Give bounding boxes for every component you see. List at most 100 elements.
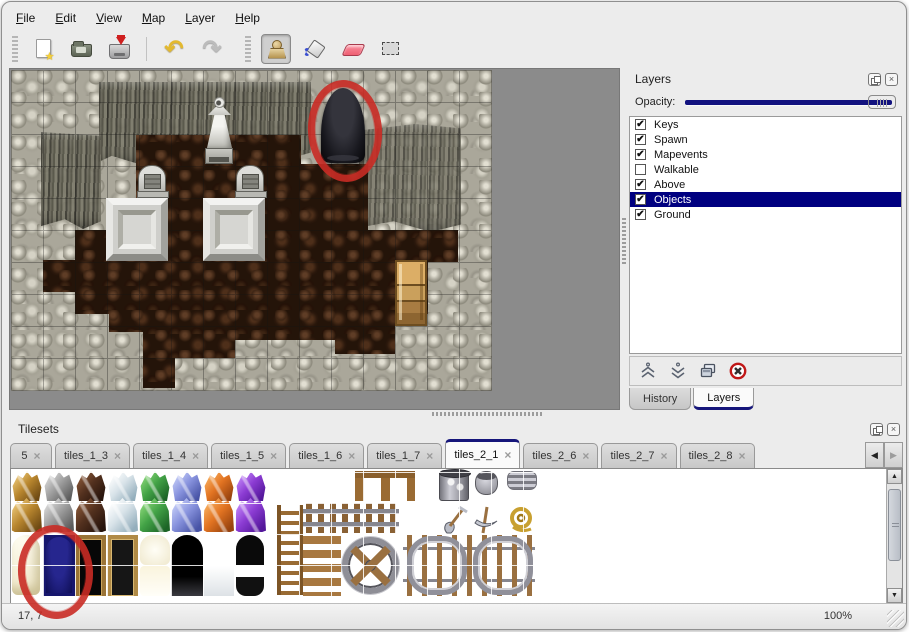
tile-crystal-orange[interactable] xyxy=(203,498,234,532)
tile-pale-stalagmite[interactable] xyxy=(12,535,40,595)
tile-dark-blue-door-selected[interactable] xyxy=(43,535,75,596)
layer-row-mapevents[interactable]: ✔Mapevents xyxy=(630,147,901,162)
tileset-tab-tiles_1_6[interactable]: tiles_1_6× xyxy=(289,443,364,468)
layer-row-walkable[interactable]: Walkable xyxy=(630,162,901,177)
tileset-tab-tiles_2_7[interactable]: tiles_2_7× xyxy=(601,443,676,468)
menu-edit[interactable]: Edit xyxy=(45,8,86,28)
tab-close-icon[interactable]: × xyxy=(582,450,589,462)
tileset-tab-tiles_1_7[interactable]: tiles_1_7× xyxy=(367,443,442,468)
tileset-tab-tiles_2_6[interactable]: tiles_2_6× xyxy=(523,443,598,468)
open-file-button[interactable] xyxy=(66,34,96,64)
tileset-tab-tiles_2_1-active[interactable]: tiles_2_1× xyxy=(445,439,520,468)
tab-close-icon[interactable]: × xyxy=(270,450,277,462)
move-layer-down-button[interactable] xyxy=(666,359,690,383)
delete-layer-button[interactable] xyxy=(726,359,750,383)
tab-close-icon[interactable]: × xyxy=(504,449,511,461)
close-panel-icon[interactable]: × xyxy=(887,423,900,436)
tile-crystal-brown[interactable] xyxy=(75,498,106,532)
checkbox-checked-icon[interactable]: ✔ xyxy=(635,149,646,160)
tile-rail-loop[interactable] xyxy=(407,536,467,595)
tab-close-icon[interactable]: × xyxy=(348,450,355,462)
tile-crystal-blue[interactable] xyxy=(172,471,202,501)
tab-close-icon[interactable]: × xyxy=(192,450,199,462)
scroll-tabs-right-button[interactable]: ▶ xyxy=(884,442,903,468)
scrollbar-thumb[interactable] xyxy=(888,489,901,561)
tile-crystal-green[interactable] xyxy=(140,471,170,501)
redo-button[interactable]: ↷ xyxy=(197,34,227,64)
tile-wood-beams[interactable] xyxy=(355,471,415,501)
undo-button[interactable]: ↶ xyxy=(159,34,189,64)
tileset-canvas[interactable] xyxy=(11,469,886,603)
eraser-tool-button[interactable] xyxy=(337,34,367,64)
scrollbar-down-button[interactable]: ▼ xyxy=(887,588,902,603)
move-layer-up-button[interactable] xyxy=(636,359,660,383)
menu-file[interactable]: File xyxy=(6,8,45,28)
stamp-tool-button[interactable] xyxy=(261,34,291,64)
checkbox-unchecked-icon[interactable] xyxy=(635,164,646,175)
float-panel-icon[interactable] xyxy=(870,423,883,436)
tile-crystal-orange[interactable] xyxy=(204,471,234,501)
layer-row-ground[interactable]: ✔Ground xyxy=(630,207,901,222)
tile-crystal-ice[interactable] xyxy=(108,471,138,501)
tile-crystal-gray[interactable] xyxy=(44,471,74,501)
tile-crystal-blue[interactable] xyxy=(171,498,202,532)
tileset-tab-tiles_1_3[interactable]: tiles_1_3× xyxy=(55,443,130,468)
layer-row-keys[interactable]: ✔Keys xyxy=(630,117,901,132)
map-canvas[interactable] xyxy=(11,70,492,391)
tab-history[interactable]: History xyxy=(629,388,691,410)
tile-white-drift[interactable] xyxy=(203,566,234,596)
tile-door-frame-dark[interactable] xyxy=(75,535,106,596)
rect-select-tool-button[interactable] xyxy=(375,34,405,64)
toolbar-grip[interactable] xyxy=(12,36,18,62)
tile-black-arch-small[interactable] xyxy=(236,535,264,565)
tile-black-pool[interactable] xyxy=(236,577,264,596)
toolbar-grip[interactable] xyxy=(245,36,251,62)
layer-row-objects-selected[interactable]: ✔Objects xyxy=(630,192,901,207)
tab-close-icon[interactable]: × xyxy=(739,450,746,462)
tileset-tab-5[interactable]: 5× xyxy=(10,443,52,468)
tile-crystal-brown[interactable] xyxy=(76,471,106,501)
tab-close-icon[interactable]: × xyxy=(660,450,667,462)
tile-stone-pot[interactable] xyxy=(475,471,498,495)
tab-close-icon[interactable]: × xyxy=(34,450,41,462)
tab-layers-active[interactable]: Layers xyxy=(693,388,754,410)
tileset-tab-tiles_1_4[interactable]: tiles_1_4× xyxy=(133,443,208,468)
layer-row-above[interactable]: ✔Above xyxy=(630,177,901,192)
tile-wood-planks[interactable] xyxy=(303,536,341,596)
horizontal-splitter[interactable] xyxy=(6,410,904,418)
tile-rail-straight[interactable] xyxy=(303,503,399,533)
menu-help[interactable]: Help xyxy=(225,8,270,28)
checkbox-checked-icon[interactable]: ✔ xyxy=(635,194,646,205)
tab-close-icon[interactable]: × xyxy=(426,450,433,462)
menu-map[interactable]: Map xyxy=(132,8,175,28)
duplicate-layer-button[interactable] xyxy=(696,359,720,383)
tile-ladder[interactable] xyxy=(277,505,303,595)
menu-view[interactable]: View xyxy=(86,8,132,28)
opacity-slider-track[interactable] xyxy=(685,100,892,105)
tile-crystal-gold[interactable] xyxy=(12,471,42,501)
close-panel-icon[interactable]: × xyxy=(885,73,898,86)
tileset-tab-tiles_1_5[interactable]: tiles_1_5× xyxy=(211,443,286,468)
checkbox-checked-icon[interactable]: ✔ xyxy=(635,179,646,190)
tile-cream-mound[interactable] xyxy=(140,535,170,565)
menu-layer[interactable]: Layer xyxy=(175,8,225,28)
scrollbar-up-button[interactable]: ▲ xyxy=(887,469,902,484)
tile-crystal-green[interactable] xyxy=(139,498,170,532)
tile-crystal-gold[interactable] xyxy=(11,498,42,532)
checkbox-checked-icon[interactable]: ✔ xyxy=(635,209,646,220)
tile-rail-loop[interactable] xyxy=(473,536,533,595)
resize-grip[interactable] xyxy=(887,610,904,627)
tile-crystal-ice[interactable] xyxy=(107,498,138,532)
tile-cart-wheel[interactable] xyxy=(342,537,399,594)
checkbox-checked-icon[interactable]: ✔ xyxy=(635,119,646,130)
float-panel-icon[interactable] xyxy=(868,73,881,86)
tile-tools[interactable] xyxy=(439,503,539,535)
tile-crystal-purple[interactable] xyxy=(235,498,266,532)
tile-crystal-gray[interactable] xyxy=(43,498,74,532)
opacity-slider-handle[interactable] xyxy=(868,95,896,109)
new-file-button[interactable] xyxy=(28,34,58,64)
fill-tool-button[interactable] xyxy=(299,34,329,64)
tileset-scrollbar[interactable]: ▲ ▼ xyxy=(886,469,902,603)
tile-black-arch[interactable] xyxy=(171,535,203,596)
scroll-tabs-left-button[interactable]: ◀ xyxy=(865,442,884,468)
